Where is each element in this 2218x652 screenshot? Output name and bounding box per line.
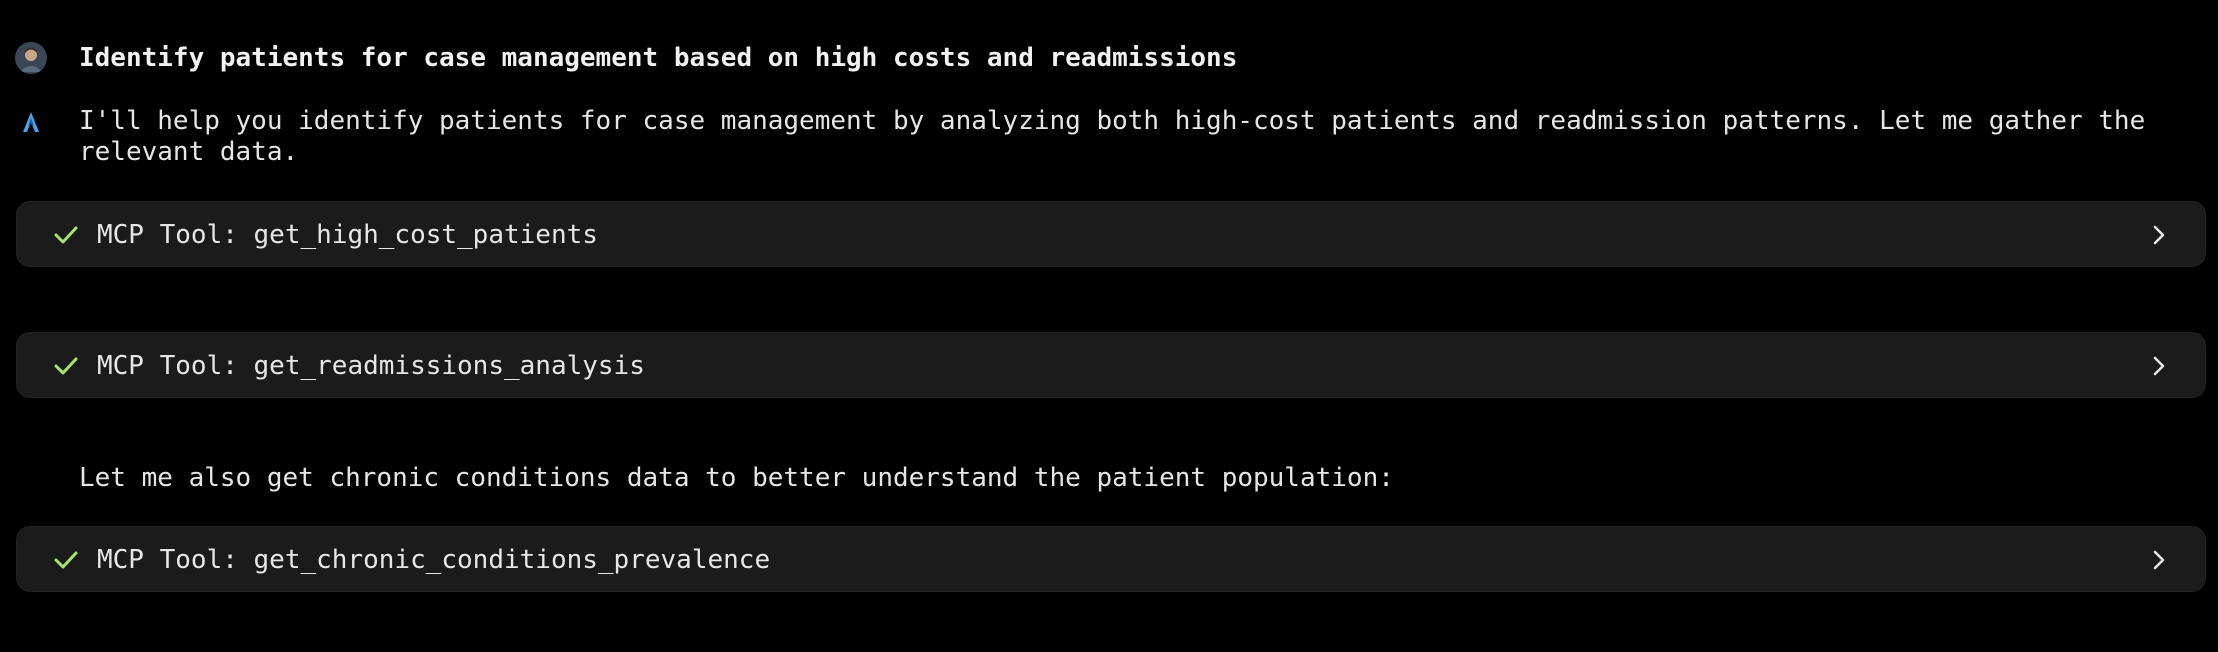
chevron-right-icon[interactable] — [2151, 354, 2167, 378]
user-avatar — [15, 42, 47, 74]
check-icon — [53, 223, 79, 247]
check-icon — [53, 354, 79, 378]
assistant-followup-text: Let me also get chronic conditions data … — [79, 463, 1394, 493]
user-message: Identify patients for case management ba… — [79, 43, 1238, 73]
tool-call-card-high-cost-patients[interactable]: MCP Tool: get_high_cost_patients — [16, 201, 2206, 267]
assistant-logo-icon — [20, 110, 42, 134]
tool-call-card-chronic-conditions-prevalence[interactable]: MCP Tool: get_chronic_conditions_prevale… — [16, 526, 2206, 592]
check-icon — [53, 548, 79, 572]
tool-call-label: MCP Tool: get_high_cost_patients — [97, 220, 598, 250]
chevron-right-icon[interactable] — [2151, 548, 2167, 572]
tool-call-label: MCP Tool: get_chronic_conditions_prevale… — [97, 545, 771, 575]
tool-call-card-readmissions-analysis[interactable]: MCP Tool: get_readmissions_analysis — [16, 332, 2206, 398]
tool-call-label: MCP Tool: get_readmissions_analysis — [97, 351, 645, 381]
chevron-right-icon[interactable] — [2151, 223, 2167, 247]
user-avatar-icon — [15, 42, 47, 74]
assistant-message: I'll help you identify patients for case… — [79, 106, 2146, 167]
